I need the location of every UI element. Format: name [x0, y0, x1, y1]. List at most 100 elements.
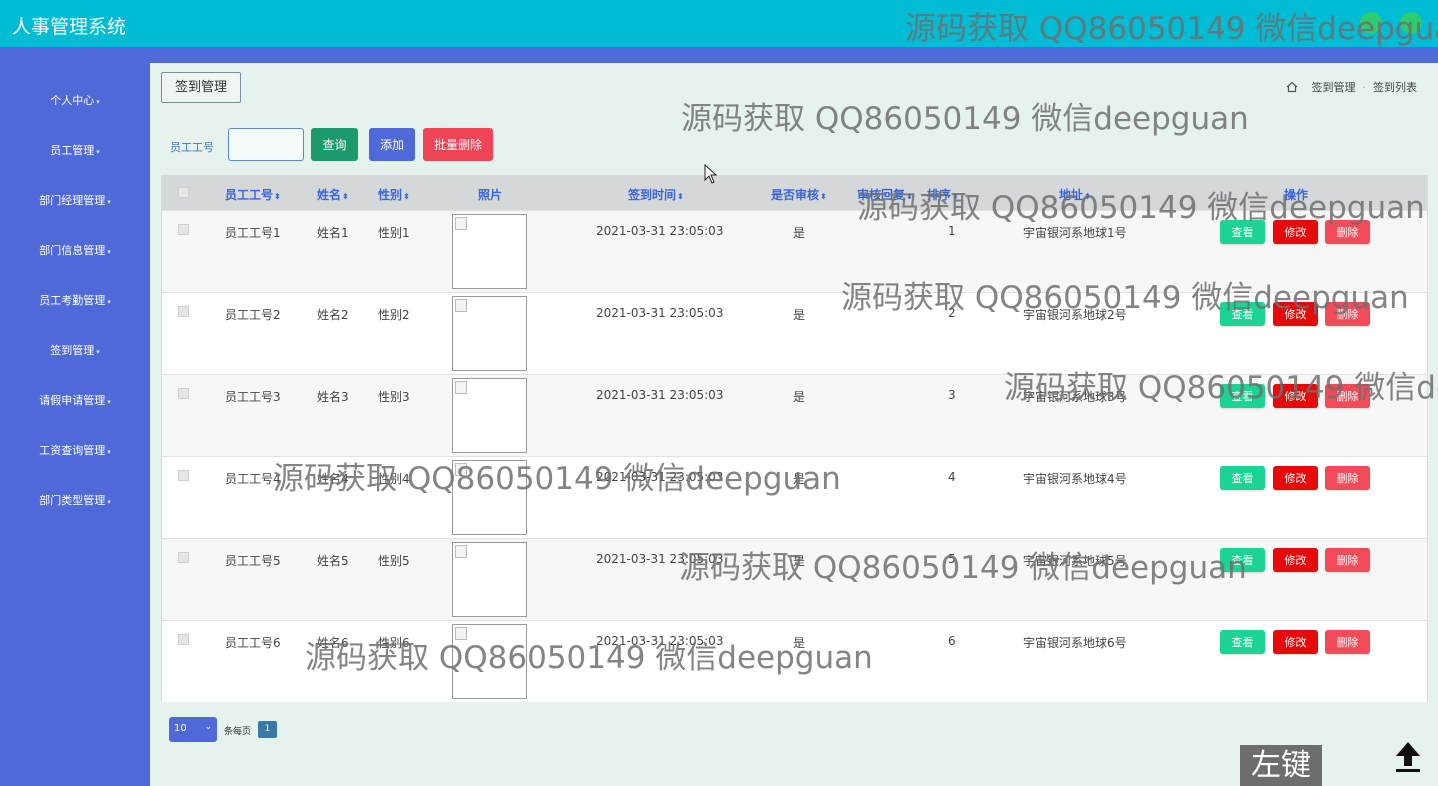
table-row: 员工工号6 姓名6 性别6 2021-03-31 23:05:03 是 6 宇宙银河系地球6…	[162, 620, 1427, 702]
page-size-select[interactable]: 10 ⌄	[169, 717, 217, 742]
column-header-signin-time[interactable]: 签到时间⬍	[628, 186, 684, 203]
column-header-name[interactable]: 姓名⬍	[317, 186, 349, 203]
main-content: 签到管理 签到管理 · 签到列表 员工工号 查询 添加 批量删除 员工工号⬍ 姓…	[150, 63, 1438, 786]
sidebar-item-dept-info[interactable]: 部门信息管理 ▾	[0, 242, 150, 258]
view-button[interactable]: 查看	[1220, 302, 1265, 326]
sort-icon: ⬍	[403, 192, 410, 201]
caret-down-icon: ▾	[107, 448, 111, 456]
photo-thumbnail	[452, 378, 527, 453]
cell-name: 姓名2	[317, 308, 349, 322]
cell-employee-id: 员工工号4	[225, 472, 281, 486]
breadcrumb-item[interactable]: 签到管理	[1312, 79, 1356, 95]
sidebar-item-attendance[interactable]: 员工考勤管理 ▾	[0, 292, 150, 308]
top-bar: 人事管理系统	[0, 0, 1438, 47]
sidebar-item-personal-center[interactable]: 个人中心 ▾	[0, 92, 150, 108]
cell-gender: 性别1	[378, 226, 410, 240]
close-icon[interactable]	[1360, 12, 1382, 34]
sidebar-item-label: 工资查询管理	[39, 444, 106, 457]
employee-id-search-input[interactable]	[228, 128, 304, 161]
column-header-reviewed[interactable]: 是否审核⬍	[771, 186, 827, 203]
column-header-address[interactable]: 地址⬍	[1059, 186, 1091, 203]
column-header-order[interactable]: 排序⬍	[927, 186, 959, 203]
cell-address: 宇宙银河系地球1号	[1023, 226, 1127, 240]
table-row: 员工工号3 姓名3 性别3 2021-03-31 23:05:03 是 3 宇宙银河系地球3…	[162, 374, 1427, 456]
cell-signin-time: 2021-03-31 23:05:03	[596, 552, 724, 566]
delete-button[interactable]: 删除	[1325, 220, 1370, 244]
edit-button[interactable]: 修改	[1273, 466, 1318, 490]
header-band	[0, 47, 1438, 63]
cell-order: 6	[948, 634, 956, 648]
delete-button[interactable]: 删除	[1325, 384, 1370, 408]
upload-arrow-icon[interactable]	[1393, 739, 1423, 773]
cell-address: 宇宙银河系地球2号	[1023, 308, 1127, 322]
cell-employee-id: 员工工号3	[225, 390, 281, 404]
sidebar-item-dept-type[interactable]: 部门类型管理 ▾	[0, 492, 150, 508]
sidebar-item-employee[interactable]: 员工管理 ▾	[0, 142, 150, 158]
logout-icon[interactable]	[1400, 12, 1422, 34]
signin-table: 员工工号⬍ 姓名⬍ 性别⬍ 照片 签到时间⬍ 是否审核⬍ 审核回复⬍ 排序⬍ 地…	[161, 175, 1428, 702]
edit-button[interactable]: 修改	[1273, 302, 1318, 326]
edit-button[interactable]: 修改	[1273, 548, 1318, 572]
cell-order: 3	[948, 388, 956, 402]
view-button[interactable]: 查看	[1220, 384, 1265, 408]
cell-gender: 性别6	[378, 636, 410, 650]
cell-address: 宇宙银河系地球6号	[1023, 636, 1127, 650]
add-button[interactable]: 添加	[369, 128, 415, 161]
cell-signin-time: 2021-03-31 23:05:03	[596, 388, 724, 402]
column-header-review-reply[interactable]: 审核回复⬍	[857, 186, 913, 203]
column-header-photo: 照片	[478, 188, 503, 202]
sidebar-item-label: 部门类型管理	[39, 494, 106, 507]
edit-button[interactable]: 修改	[1273, 630, 1318, 654]
sort-icon: ⬍	[952, 192, 959, 201]
row-checkbox[interactable]	[178, 552, 189, 563]
cell-order: 4	[948, 470, 956, 484]
column-header-employee-id[interactable]: 员工工号⬍	[225, 186, 281, 203]
search-label: 员工工号	[170, 141, 214, 154]
cell-gender: 性别3	[378, 390, 410, 404]
select-all-checkbox[interactable]	[178, 187, 189, 198]
sidebar-item-dept-manager[interactable]: 部门经理管理 ▾	[0, 192, 150, 208]
sidebar-item-label: 请假申请管理	[39, 394, 106, 407]
row-checkbox[interactable]	[178, 306, 189, 317]
view-button[interactable]: 查看	[1220, 220, 1265, 244]
delete-button[interactable]: 删除	[1325, 630, 1370, 654]
cell-reviewed: 是	[793, 472, 806, 486]
view-button[interactable]: 查看	[1220, 630, 1265, 654]
sort-icon: ⬍	[677, 192, 684, 201]
edit-button[interactable]: 修改	[1273, 384, 1318, 408]
home-icon[interactable]	[1286, 81, 1298, 93]
query-button[interactable]: 查询	[311, 128, 358, 161]
sidebar-item-signin[interactable]: 签到管理 ▾	[0, 342, 150, 358]
row-checkbox[interactable]	[178, 224, 189, 235]
delete-button[interactable]: 删除	[1325, 548, 1370, 572]
per-page-label: 条每页	[224, 727, 252, 737]
view-button[interactable]: 查看	[1220, 548, 1265, 572]
chevron-down-icon: ⌄	[204, 722, 212, 732]
mouse-cursor-icon	[704, 164, 718, 184]
cell-address: 宇宙银河系地球4号	[1023, 472, 1127, 486]
sort-icon: ⬍	[342, 192, 349, 201]
page-title-button[interactable]: 签到管理	[161, 72, 241, 103]
row-checkbox[interactable]	[178, 388, 189, 399]
sort-icon: ⬍	[274, 192, 281, 201]
cell-reviewed: 是	[793, 308, 806, 322]
row-checkbox[interactable]	[178, 470, 189, 481]
row-checkbox[interactable]	[178, 634, 189, 645]
sidebar-item-label: 个人中心	[50, 94, 95, 107]
caret-down-icon: ▾	[107, 198, 111, 206]
cell-signin-time: 2021-03-31 23:05:03	[596, 634, 724, 648]
view-button[interactable]: 查看	[1220, 466, 1265, 490]
page-number-button[interactable]: 1	[258, 721, 277, 738]
caret-down-icon: ▾	[107, 248, 111, 256]
delete-button[interactable]: 删除	[1325, 466, 1370, 490]
caret-down-icon: ▾	[96, 148, 100, 156]
edit-button[interactable]: 修改	[1273, 220, 1318, 244]
batch-delete-button[interactable]: 批量删除	[423, 128, 493, 161]
delete-button[interactable]: 删除	[1325, 302, 1370, 326]
table-row: 员工工号4 姓名4 性别4 2021-03-31 23:05:03 是 4 宇宙银河系地球4…	[162, 456, 1427, 538]
cell-order: 5	[948, 552, 956, 566]
cell-name: 姓名5	[317, 554, 349, 568]
sidebar-item-salary[interactable]: 工资查询管理 ▾	[0, 442, 150, 458]
column-header-gender[interactable]: 性别⬍	[378, 186, 410, 203]
sidebar-item-leave[interactable]: 请假申请管理 ▾	[0, 392, 150, 408]
